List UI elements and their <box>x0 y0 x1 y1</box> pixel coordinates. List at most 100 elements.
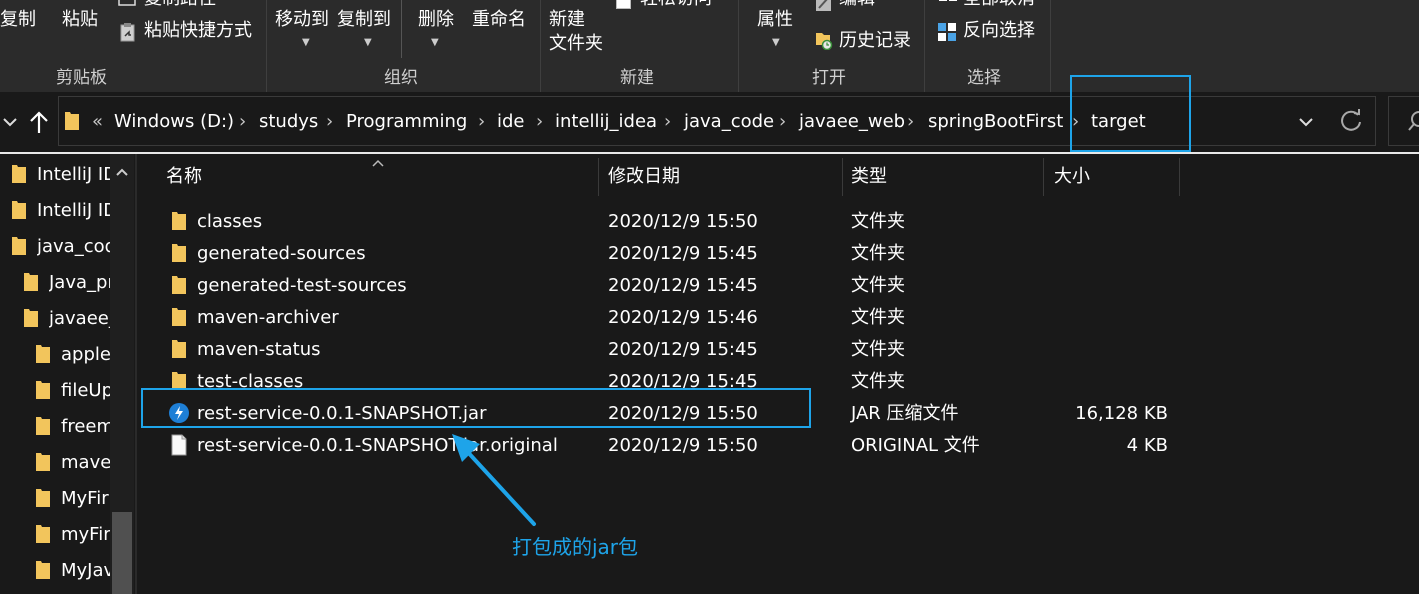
copy-button[interactable]: 复制 <box>0 9 36 31</box>
file-type: 文件夹 <box>851 371 905 392</box>
rename-button[interactable]: 重命名 <box>472 9 526 31</box>
file-name[interactable]: maven-archiver <box>197 307 339 329</box>
crumb-separator-icon[interactable]: › <box>779 111 786 133</box>
column-header-type[interactable]: 类型 <box>851 166 887 188</box>
crumb-separator-icon[interactable]: › <box>478 111 485 133</box>
refresh-button[interactable] <box>1330 100 1372 142</box>
nav-item[interactable]: Java_pr <box>49 272 110 294</box>
invert-selection-icon <box>937 22 957 42</box>
crumb-springbootfirst[interactable]: springBootFirst <box>928 111 1063 133</box>
delete-button[interactable]: 删除 <box>418 9 454 31</box>
new-folder-button[interactable]: 新建 文件夹 <box>549 8 603 56</box>
crumb-separator-icon[interactable]: › <box>239 111 246 133</box>
copy-path-icon <box>118 0 136 6</box>
folder-icon <box>35 344 51 364</box>
paste-button[interactable]: 粘贴 <box>62 9 98 31</box>
nav-scrollbar-thumb[interactable] <box>112 512 132 594</box>
folder-icon <box>35 380 51 400</box>
nav-item[interactable]: myFir <box>61 524 110 546</box>
nav-item[interactable]: MyFir <box>61 488 110 510</box>
search-icon <box>1408 111 1419 131</box>
crumb-separator-icon[interactable]: › <box>326 111 333 133</box>
nav-item[interactable]: java_cod <box>37 236 110 258</box>
nav-item[interactable]: IntelliJ ID <box>37 164 110 186</box>
address-overflow-icon[interactable]: « <box>92 111 103 133</box>
crumb-drive[interactable]: Windows (D:) <box>114 111 234 133</box>
column-divider[interactable] <box>598 158 599 196</box>
folder-icon <box>11 164 27 184</box>
crumb-separator-icon[interactable]: › <box>907 111 914 133</box>
folder-icon <box>171 243 187 263</box>
paste-shortcut-icon <box>120 22 136 42</box>
crumb-ide[interactable]: ide <box>497 111 525 133</box>
paste-shortcut-button[interactable]: 粘贴快捷方式 <box>144 20 252 42</box>
file-name[interactable]: classes <box>197 211 262 233</box>
column-divider[interactable] <box>842 158 843 196</box>
nav-item[interactable]: fileUp <box>61 380 110 402</box>
column-divider[interactable] <box>1179 158 1180 196</box>
folder-icon <box>35 524 51 544</box>
new-group-title: 新建 <box>620 68 654 88</box>
folder-icon <box>35 452 51 472</box>
copy-path-button[interactable]: 复制路径 <box>144 0 216 10</box>
group-separator <box>1050 0 1051 92</box>
file-date: 2020/12/9 15:45 <box>608 275 758 296</box>
file-type: 文件夹 <box>851 243 905 264</box>
nav-item[interactable]: IntelliJ ID <box>37 200 110 222</box>
edit-icon <box>815 0 833 12</box>
search-box[interactable] <box>1388 96 1419 146</box>
file-type: 文件夹 <box>851 339 905 360</box>
history-button[interactable]: 历史记录 <box>839 30 911 52</box>
scroll-up-icon[interactable] <box>115 164 129 178</box>
up-arrow-icon[interactable] <box>28 110 50 136</box>
annotation-arrow-icon <box>440 428 550 533</box>
file-name[interactable]: maven-status <box>197 339 321 361</box>
move-to-button[interactable]: 移动到 <box>275 9 329 31</box>
folder-icon <box>171 211 187 231</box>
properties-button[interactable]: 属性 <box>757 9 793 31</box>
file-name[interactable]: generated-sources <box>197 243 366 265</box>
folder-icon <box>171 339 187 359</box>
select-group-title: 选择 <box>967 68 1001 88</box>
crumb-separator-icon[interactable]: › <box>664 111 671 133</box>
crumb-programming[interactable]: Programming <box>346 111 467 133</box>
clipboard-group-title: 剪贴板 <box>56 68 107 88</box>
invert-selection-button[interactable]: 反向选择 <box>963 20 1035 42</box>
file-name[interactable]: generated-test-sources <box>197 275 407 297</box>
crumb-intellij-idea[interactable]: intellij_idea <box>555 111 657 133</box>
group-separator <box>924 0 925 92</box>
folder-icon <box>11 200 27 220</box>
file-date: 2020/12/9 15:50 <box>608 211 758 232</box>
group-separator <box>266 0 267 92</box>
column-divider[interactable] <box>1043 158 1044 196</box>
copy-to-button[interactable]: 复制到 <box>337 9 391 31</box>
chevron-down-icon: ▼ <box>772 37 780 48</box>
annotation-callout: 打包成的jar包 <box>512 535 639 559</box>
divider <box>401 0 402 58</box>
easy-access-icon <box>616 0 631 9</box>
crumb-studys[interactable]: studys <box>259 111 318 133</box>
file-icon <box>171 434 187 456</box>
nav-item[interactable]: mave <box>61 452 110 474</box>
nav-item[interactable]: apple <box>61 344 110 366</box>
column-header-name[interactable]: 名称 <box>166 166 202 188</box>
nav-item[interactable]: javaee_ <box>49 308 110 330</box>
recent-locations-icon[interactable] <box>2 112 18 132</box>
crumb-java-code[interactable]: java_code <box>684 111 774 133</box>
pane-splitter[interactable] <box>135 154 137 594</box>
easy-access-button[interactable]: 轻松访问 <box>640 0 712 10</box>
folder-icon <box>35 416 51 436</box>
file-type: 文件夹 <box>851 211 905 232</box>
organize-group-title: 组织 <box>384 68 418 88</box>
group-separator <box>540 0 541 92</box>
crumb-javaee-web[interactable]: javaee_web <box>799 111 905 133</box>
nav-item[interactable]: MyJav <box>61 560 110 582</box>
select-none-button[interactable]: 全部取消 <box>963 0 1035 10</box>
nav-item[interactable]: freem <box>61 416 110 438</box>
column-header-modified[interactable]: 修改日期 <box>608 166 680 188</box>
crumb-separator-icon[interactable]: › <box>536 111 543 133</box>
address-dropdown-icon[interactable] <box>1298 112 1314 132</box>
chevron-down-icon: ▼ <box>364 37 372 48</box>
edit-button[interactable]: 编辑 <box>839 0 875 10</box>
column-header-size[interactable]: 大小 <box>1054 166 1090 188</box>
